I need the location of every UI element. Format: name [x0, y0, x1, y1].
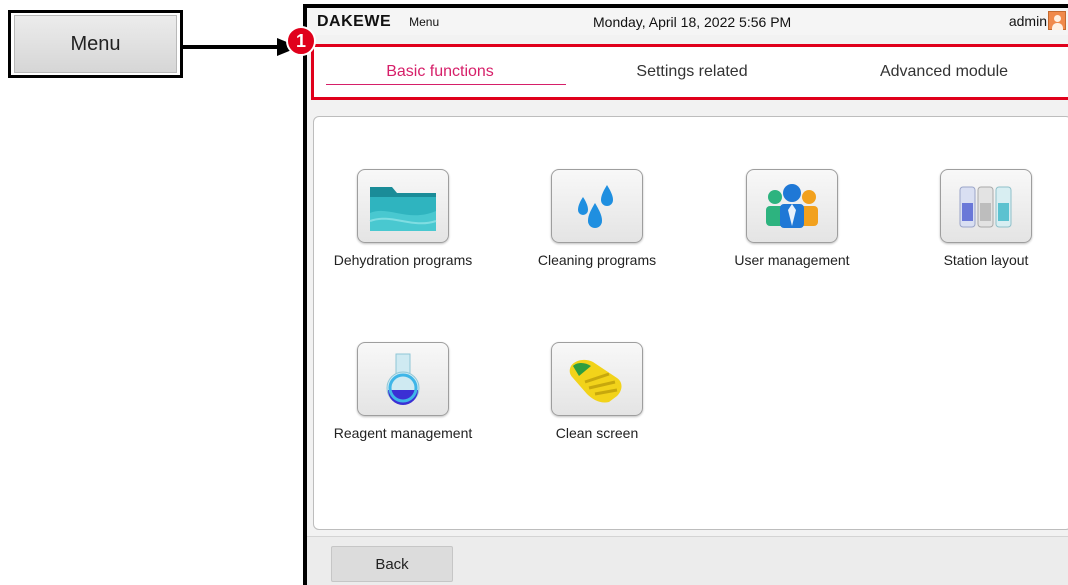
datetime: Monday, April 18, 2022 5:56 PM [593, 14, 792, 30]
tab-advanced-module[interactable]: Advanced module [818, 47, 1068, 97]
tile-label: Dehydration programs [333, 252, 473, 268]
tile-label: Clean screen [555, 425, 639, 441]
tile-clean-screen[interactable]: Clean screen [522, 342, 672, 442]
folder-icon [369, 187, 437, 231]
users-icon [766, 184, 818, 228]
tile-reagent-management[interactable]: Reagent management [328, 342, 478, 442]
tile-cleaning-programs[interactable]: Cleaning programs [522, 169, 672, 269]
bottom-bar: Back [307, 536, 1068, 585]
arrow-right-icon [183, 38, 299, 56]
tile-label: Reagent management [333, 425, 473, 441]
tile-label: Cleaning programs [537, 252, 657, 268]
tile-station-layout[interactable]: Station layout [911, 169, 1061, 269]
brand-logo: DAKEWE [317, 12, 392, 30]
flask-icon [386, 353, 420, 405]
device-screen: DAKEWE Menu Monday, April 18, 2022 5:56 … [303, 4, 1068, 585]
station-icon [959, 186, 1012, 228]
username: admin [1008, 13, 1047, 29]
tile-label: User management [734, 252, 850, 268]
menu-callout-label: Menu [14, 15, 177, 73]
status-bar: DAKEWE Menu Monday, April 18, 2022 5:56 … [307, 8, 1068, 35]
tile-dehydration-programs[interactable]: Dehydration programs [328, 169, 478, 269]
tile-user-management[interactable]: User management [717, 169, 867, 269]
function-panel: Dehydration programs Cleaning programs U… [313, 116, 1068, 530]
step-badge: 1 [286, 26, 316, 56]
screen-title: Menu [409, 14, 440, 29]
menu-callout: Menu [8, 10, 183, 78]
tab-basic-functions[interactable]: Basic functions [314, 47, 566, 97]
glove-icon [569, 359, 622, 403]
tab-bar: Basic functions Settings related Advance… [314, 47, 1068, 97]
back-button[interactable]: Back [331, 546, 453, 582]
tab-settings-related[interactable]: Settings related [566, 47, 818, 97]
tile-label: Station layout [943, 252, 1029, 268]
avatar-icon[interactable] [1048, 11, 1066, 30]
water-drops-icon [578, 185, 613, 228]
